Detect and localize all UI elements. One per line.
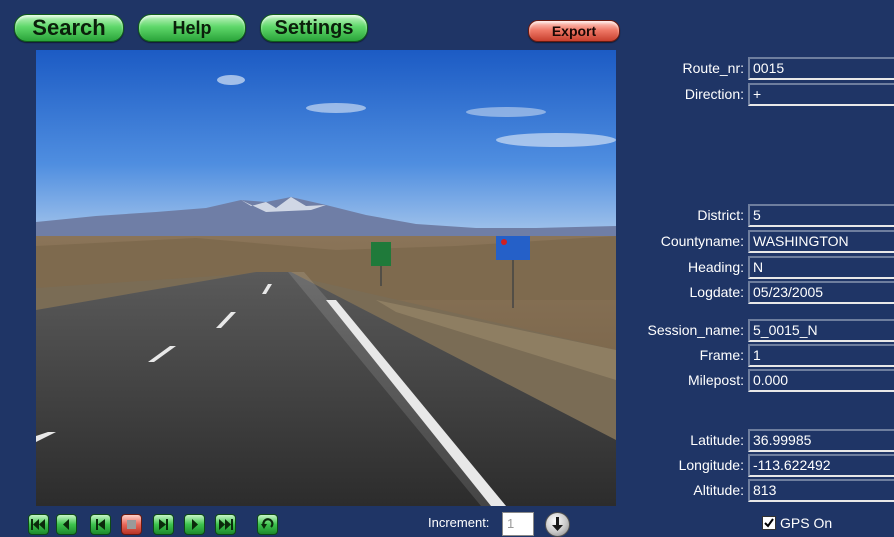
session-name-field[interactable]: 5_0015_N <box>748 319 894 342</box>
previous-button[interactable] <box>56 514 77 535</box>
increment-input[interactable]: 1 <box>502 512 534 536</box>
checkmark-icon <box>764 518 774 528</box>
stop-button[interactable] <box>121 514 142 535</box>
district-label: District: <box>697 207 744 223</box>
logdate-label: Logdate: <box>689 284 745 300</box>
step-back-button[interactable] <box>90 514 111 535</box>
district-field[interactable]: 5 <box>748 204 894 227</box>
rewind-icon <box>261 518 274 529</box>
gps-label: GPS On <box>780 515 833 531</box>
route-nr-field[interactable]: 0015 <box>748 57 894 80</box>
longitude-label: Longitude: <box>678 457 744 473</box>
first-frame-icon <box>31 519 45 530</box>
export-button[interactable]: Export <box>528 20 620 42</box>
step-forward-button[interactable] <box>153 514 174 535</box>
rewind-button[interactable] <box>257 514 278 535</box>
latitude-field[interactable]: 36.99985 <box>748 429 894 452</box>
route-nr-label: Route_nr: <box>682 60 744 76</box>
altitude-label: Altitude: <box>693 482 744 498</box>
last-frame-button[interactable] <box>215 514 236 535</box>
search-button[interactable]: Search <box>14 14 124 42</box>
previous-icon <box>63 519 69 530</box>
milepost-label: Milepost: <box>687 372 744 388</box>
play-button[interactable] <box>184 514 205 535</box>
first-frame-button[interactable] <box>28 514 49 535</box>
altitude-field[interactable]: 813 <box>748 479 894 502</box>
direction-field[interactable]: + <box>748 83 894 106</box>
longitude-field[interactable]: -113.622492 <box>748 454 894 477</box>
session-name-label: Session_name: <box>647 322 744 338</box>
step-forward-icon <box>159 519 168 530</box>
road-image <box>36 50 616 506</box>
latitude-label: Latitude: <box>690 432 744 448</box>
help-button[interactable]: Help <box>138 14 246 42</box>
frame-field[interactable]: 1 <box>748 344 894 367</box>
gps-checkbox[interactable] <box>762 516 776 530</box>
heading-label: Heading: <box>687 259 744 275</box>
settings-button[interactable]: Settings <box>260 14 368 42</box>
increment-label: Increment: <box>428 515 490 530</box>
heading-field[interactable]: N <box>748 256 894 279</box>
arrow-down-icon <box>552 517 563 531</box>
increment-go-button[interactable] <box>545 512 570 537</box>
countyname-label: Countyname: <box>660 233 744 249</box>
play-icon <box>192 519 198 530</box>
logdate-field[interactable]: 05/23/2005 <box>748 281 894 304</box>
countyname-field[interactable]: WASHINGTON <box>748 230 894 253</box>
frame-label: Frame: <box>699 347 744 363</box>
stop-icon <box>127 520 136 529</box>
last-frame-icon <box>219 519 233 530</box>
milepost-field[interactable]: 0.000 <box>748 369 894 392</box>
step-back-icon <box>96 519 105 530</box>
direction-label: Direction: <box>684 86 744 102</box>
